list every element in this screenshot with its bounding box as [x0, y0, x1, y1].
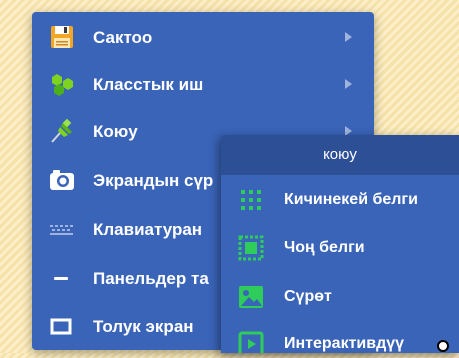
submenu-item-image[interactable]: Сүрөт	[221, 274, 459, 318]
menu-item-label: Панельдер та	[93, 269, 209, 288]
floppy-disk-icon	[48, 25, 76, 49]
menu-item-label: Сактоо	[93, 28, 153, 47]
submenu-item-label: Чоң белги	[284, 239, 365, 256]
menu-item-label: Коюу	[93, 122, 138, 141]
menu-item-label: Класстык иш	[93, 75, 204, 94]
submenu-item-label: Интерактивдүү	[284, 335, 405, 352]
mouse-cursor-icon	[436, 339, 450, 353]
menu-item-label: Клавиатуран	[93, 220, 203, 239]
submenu-item-interactive[interactable]: Интерактивдүү	[221, 321, 459, 353]
menu-item-classwork[interactable]: Класстык иш	[32, 62, 374, 106]
dots-grid-icon	[237, 187, 265, 213]
menu-item-save[interactable]: Сактоо	[32, 15, 374, 59]
submenu-item-label: Кичинекей белги	[284, 191, 418, 208]
menu-item-label: Экрандын сүр	[93, 171, 214, 190]
submenu-title: коюу	[221, 135, 459, 175]
submenu-item-large-sticker[interactable]: Чоң белги	[221, 225, 459, 269]
hexagons-icon	[48, 72, 76, 96]
keyboard-icon	[48, 217, 76, 241]
pushpin-icon	[48, 118, 76, 143]
menu-item-label: Толук экран	[93, 317, 194, 336]
image-icon	[237, 284, 265, 310]
minus-icon	[48, 266, 76, 290]
submenu-item-small-sticker[interactable]: Кичинекей белги	[221, 177, 459, 221]
camera-icon	[48, 168, 76, 192]
stamp-icon	[237, 235, 265, 261]
insert-submenu: коюу Кичинекей белги Чоң белги Сүрөт Инт…	[221, 135, 459, 353]
submenu-item-label: Сүрөт	[284, 288, 332, 305]
chevron-right-icon	[345, 79, 352, 89]
chevron-right-icon	[345, 32, 352, 42]
play-icon	[237, 331, 265, 353]
fullscreen-icon	[48, 314, 76, 338]
